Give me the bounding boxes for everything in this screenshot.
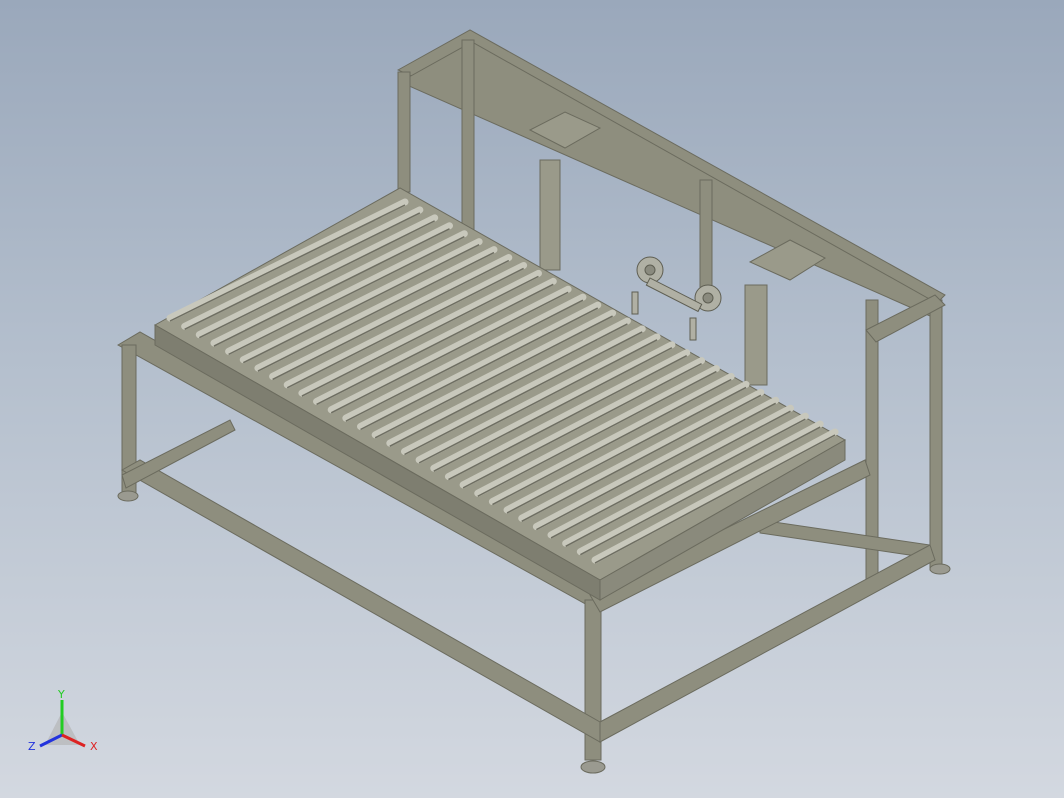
axis-triad: Y Z X <box>28 688 98 753</box>
foot-back-right <box>929 563 951 575</box>
z-axis-label: Z <box>28 740 36 753</box>
y-axis-label: Y <box>57 688 65 701</box>
roller-conveyor-model[interactable]: Y Z X <box>0 0 1064 798</box>
foot-front-right <box>580 760 606 774</box>
3d-model-viewport[interactable]: Y Z X <box>0 0 1064 798</box>
foot-front-left <box>117 490 139 502</box>
x-axis-label: X <box>90 740 98 753</box>
